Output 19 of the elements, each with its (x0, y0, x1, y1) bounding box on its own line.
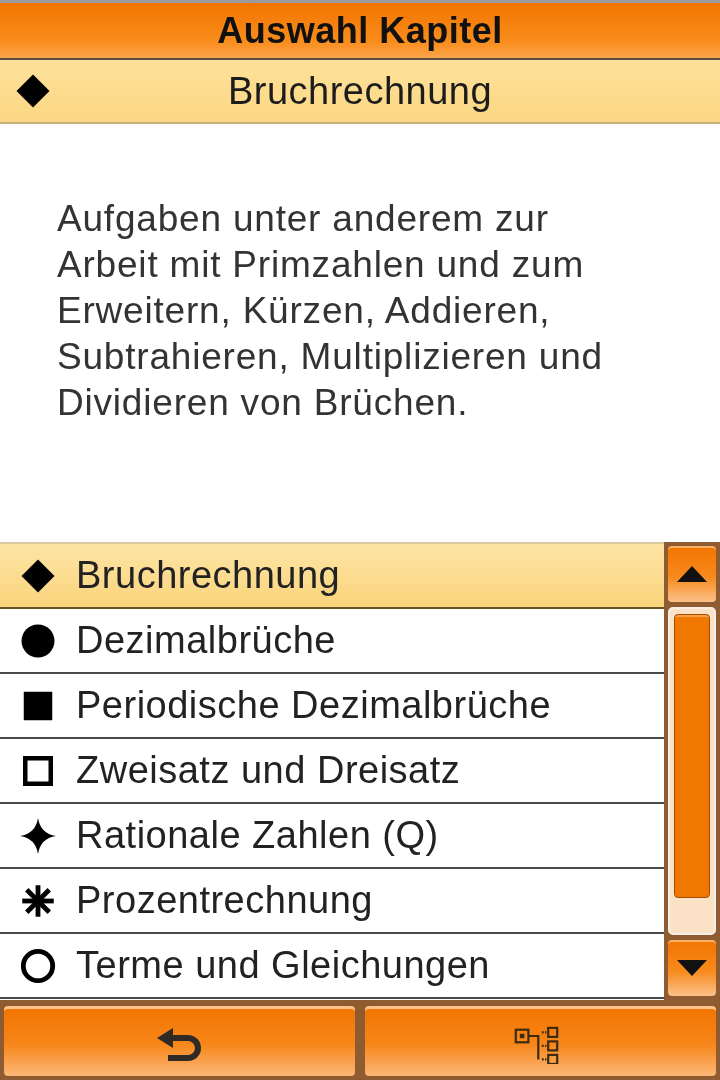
diamond-icon (20, 557, 56, 594)
chapter-title: Bruchrechnung (227, 69, 493, 113)
scroll-up-button[interactable] (668, 546, 716, 602)
asterisk-icon (20, 882, 56, 919)
screen-title: Auswahl Kapitel (217, 9, 503, 52)
chapter-description: Aufgaben unter anderem zur Arbeit mit Primzahlen und zum Erweitern, Kürzen, Addieren, Subtrahieren, Multiplizieren und Dividieren von Brüchen. (57, 197, 604, 425)
down-triangle-icon (677, 960, 707, 976)
up-triangle-icon (677, 566, 707, 582)
ring-icon (20, 947, 56, 984)
circle-icon (20, 622, 56, 659)
four-point-star-icon (20, 817, 56, 854)
scroll-down-button[interactable] (668, 940, 716, 996)
diamond-icon (15, 73, 51, 109)
back-button[interactable] (4, 1006, 355, 1076)
scrollbar-thumb[interactable] (674, 614, 710, 898)
chapter-item[interactable]: Bruchrechnung (0, 544, 664, 609)
overview-button[interactable] (365, 1006, 716, 1076)
scrollbar-track[interactable] (668, 607, 716, 935)
return-arrow-icon (155, 1027, 204, 1061)
